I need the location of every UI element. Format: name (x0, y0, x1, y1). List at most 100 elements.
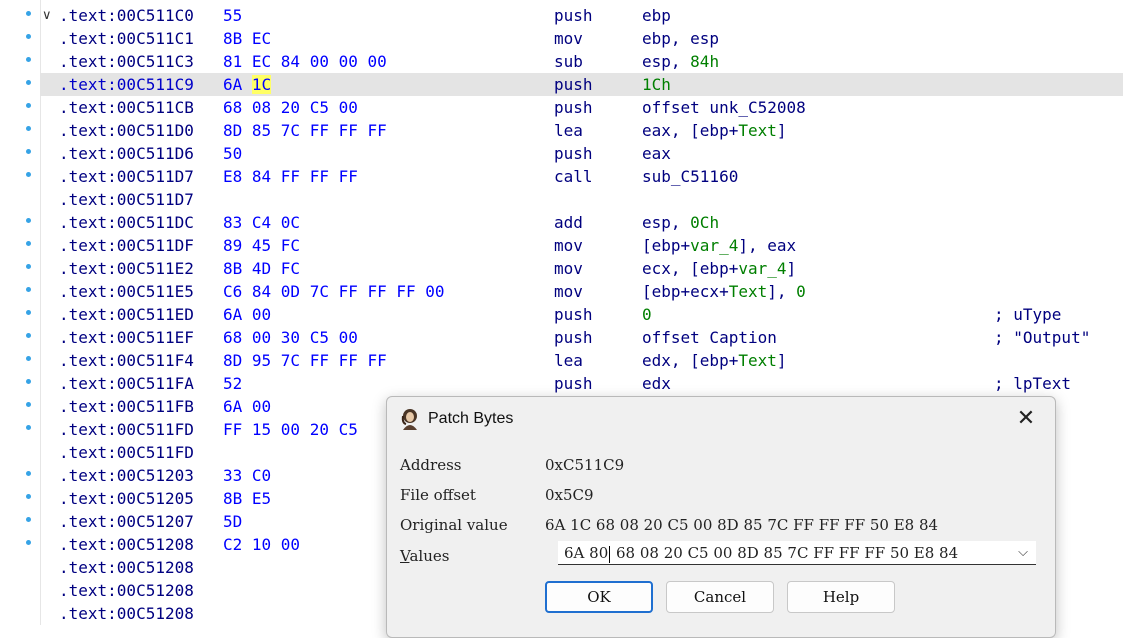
listing-row[interactable]: .text:00C511D7 (40, 188, 1123, 211)
listing-row[interactable]: ∨ .text:00C511C0 55 push ebp (40, 4, 1123, 27)
operand-text: ] (776, 121, 787, 140)
listing-row[interactable]: .text:00C511ED 6A 00 push 0 ; uType (40, 303, 1123, 326)
cancel-button[interactable]: Cancel (666, 581, 774, 613)
row-mnemonic: push (554, 144, 593, 163)
row-bytes-prefix: 6A (223, 75, 252, 94)
ok-button[interactable]: OK (545, 581, 653, 613)
row-bytes: 52 (223, 374, 243, 393)
dialog-title-bar[interactable]: Patch Bytes ✕ (387, 397, 1055, 443)
listing-row[interactable]: .text:00C511DF 89 45 FC mov [ebp+var_4], ea… (40, 234, 1123, 257)
row-address: .text:00C511DF (59, 236, 194, 255)
row-mnemonic: mov (554, 259, 583, 278)
listing-row[interactable]: .text:00C511DC 83 C4 0C add esp, 0Ch (40, 211, 1123, 234)
operand-text: ] (786, 259, 797, 278)
row-mnemonic: mov (554, 282, 583, 301)
row-operands: ebp, esp (642, 27, 719, 50)
help-button[interactable]: Help (787, 581, 895, 613)
row-mnemonic: push (554, 305, 593, 324)
row-bytes: C2 10 00 (223, 535, 301, 554)
row-mnemonic: push (554, 98, 593, 117)
flow-dot-icon (26, 264, 31, 269)
row-bytes: 89 45 FC (223, 236, 301, 255)
dialog-title: Patch Bytes (428, 410, 514, 427)
row-operands: [ebp+ecx+Text], 0 (642, 280, 806, 303)
close-icon[interactable]: ✕ (1013, 407, 1039, 433)
row-address: .text:00C51208 (59, 535, 194, 554)
listing-row[interactable]: .text:00C511E5 C6 84 0D 7C FF FF FF 00 mov… (40, 280, 1123, 303)
highlighted-byte: 1C (251, 75, 272, 94)
patch-bytes-dialog: Patch Bytes ✕ Address 0xC511C9 File offs… (386, 396, 1056, 638)
listing-row[interactable]: .text:00C511EF 68 00 30 C5 00 push offset C… (40, 326, 1123, 349)
listing-row[interactable]: .text:00C511E2 8B 4D FC mov ecx, [ebp+var_4… (40, 257, 1123, 280)
operand-text: sub_C51160 (642, 167, 739, 186)
operand-text: esp, (642, 52, 691, 71)
row-address: .text:00C511FA (59, 374, 194, 393)
operand-text: offset Caption (642, 328, 777, 347)
flow-dot-icon (26, 494, 31, 499)
row-address: .text:00C511E2 (59, 259, 194, 278)
row-bytes: 5D (223, 512, 243, 531)
row-operands: edx (642, 372, 671, 395)
row-mnemonic: lea (554, 121, 583, 140)
operand-text: ebp (642, 6, 671, 25)
row-mnemonic: push (554, 75, 593, 94)
app-icon (400, 408, 420, 430)
operand-text: ebp, esp (642, 29, 720, 48)
row-address: .text:00C511D7 (59, 167, 194, 186)
values-label: Values (400, 546, 449, 566)
row-operands: sub_C51160 (642, 165, 738, 188)
operand-text: edx (642, 374, 671, 393)
row-operands: esp, 84h (642, 50, 719, 73)
flow-dot-icon (26, 287, 31, 292)
row-comment: ; uType (994, 305, 1062, 324)
listing-row[interactable]: .text:00C511D0 8D 85 7C FF FF FF lea eax, [… (40, 119, 1123, 142)
values-label-rest: alues (409, 547, 450, 565)
row-address: .text:00C511FB (59, 397, 194, 416)
operand-text: eax, [ebp+ (642, 121, 739, 140)
flow-dot-icon (26, 471, 31, 476)
flow-dot-icon (26, 310, 31, 315)
row-bytes: FF 15 00 20 C5 (223, 420, 358, 439)
listing-row[interactable]: .text:00C511CB 68 08 20 C5 00 push offset u… (40, 96, 1123, 119)
row-mnemonic: mov (554, 236, 583, 255)
row-address: .text:00C511EF (59, 328, 194, 347)
operand-text: [ebp+ecx+ (642, 282, 729, 301)
row-operands: eax (642, 142, 671, 165)
row-bytes: 68 00 30 C5 00 (223, 328, 358, 347)
flow-dot-icon (26, 57, 31, 62)
flow-dot-icon (26, 34, 31, 39)
row-address: .text:00C511E5 (59, 282, 194, 301)
operand-symbol: var_4 (738, 259, 787, 278)
operand-symbol: var_4 (690, 236, 739, 255)
row-bytes: 55 (223, 6, 243, 25)
listing-row[interactable]: .text:00C511C3 81 EC 84 00 00 00 sub esp, 8… (40, 50, 1123, 73)
operand-symbol: 0Ch (690, 213, 720, 232)
values-combo-input[interactable]: 6A 80 68 08 20 C5 00 8D 85 7C FF FF FF 5… (558, 541, 1036, 565)
row-address: .text:00C511C1 (59, 29, 194, 48)
row-operands: 1Ch (642, 73, 671, 96)
row-bytes: 6A 00 (223, 305, 272, 324)
collapse-chevron-icon[interactable]: ∨ (42, 4, 56, 27)
operand-text: edx, [ebp+ (642, 351, 739, 370)
row-bytes: 81 EC 84 00 00 00 (223, 52, 387, 71)
operand-text: ], eax (738, 236, 797, 255)
listing-row[interactable]: .text:00C511C9 6A 1C push 1Ch (40, 73, 1123, 96)
row-comment: ; "Output" (994, 328, 1091, 347)
row-operands: edx, [ebp+Text] (642, 349, 787, 372)
flow-dot-icon (26, 80, 31, 85)
listing-row[interactable]: .text:00C511D7 E8 84 FF FF FF call sub_C511… (40, 165, 1123, 188)
row-address: .text:00C511CB (59, 98, 194, 117)
listing-row[interactable]: .text:00C511C1 8B EC mov ebp, esp (40, 27, 1123, 50)
flow-dot-icon (26, 402, 31, 407)
row-address: .text:00C511ED (59, 305, 194, 324)
row-address: .text:00C511FD (59, 420, 194, 439)
chevron-down-icon[interactable]: ⌵ (1018, 541, 1028, 564)
listing-row[interactable]: .text:00C511FA 52 push edx ; lpText (40, 372, 1123, 395)
values-row: Values 6A 80 68 08 20 C5 00 8D 85 7C FF … (400, 541, 1040, 566)
listing-row[interactable]: .text:00C511D6 50 push eax (40, 142, 1123, 165)
address-value: 0xC511C9 (545, 456, 625, 474)
row-address: .text:00C511D0 (59, 121, 194, 140)
flow-dot-icon (26, 11, 31, 16)
row-bytes: 50 (223, 144, 243, 163)
listing-row[interactable]: .text:00C511F4 8D 95 7C FF FF FF lea edx, [… (40, 349, 1123, 372)
